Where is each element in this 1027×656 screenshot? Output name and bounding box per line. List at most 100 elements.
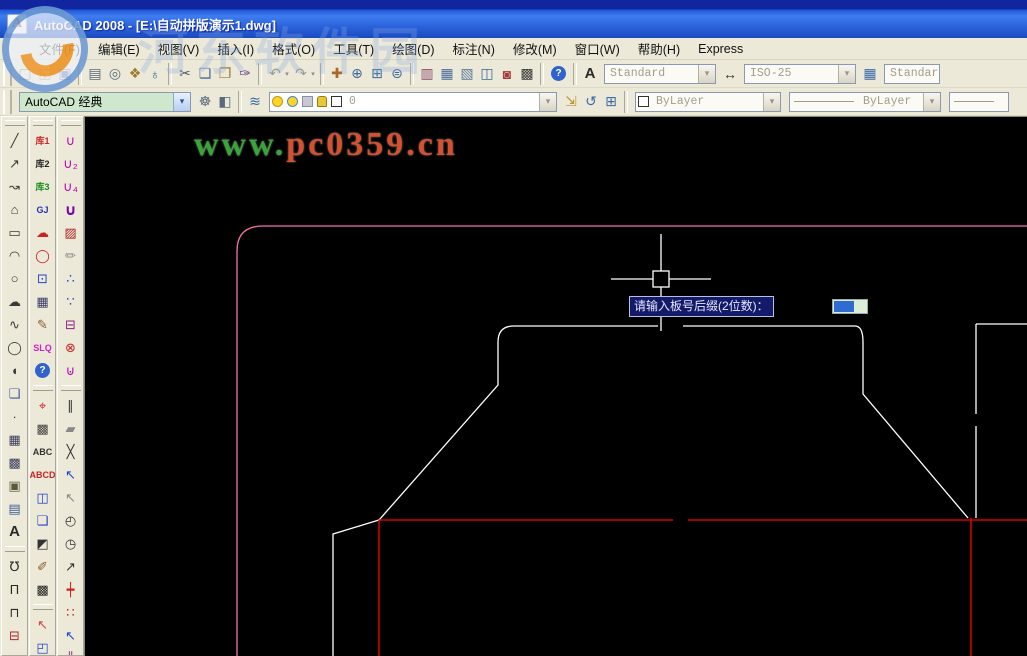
select-grid-button[interactable]: ◰: [31, 636, 55, 655]
calculator-button[interactable]: ▩: [31, 578, 55, 601]
menu-format[interactable]: 格式(O): [263, 37, 324, 60]
undo-dropdown[interactable]: ▾: [283, 63, 291, 85]
plot-preview-button[interactable]: ◎: [105, 63, 125, 85]
dial-2-button[interactable]: ◷: [59, 532, 83, 555]
layer-previous-button[interactable]: ↺: [581, 91, 601, 113]
help-button[interactable]: ?: [551, 66, 566, 81]
menu-file[interactable]: 文件(F): [30, 37, 89, 60]
slq-button[interactable]: SLQ: [31, 336, 55, 359]
menu-dimension[interactable]: 标注(N): [444, 37, 504, 60]
new-button[interactable]: ▢: [15, 63, 35, 85]
properties-button[interactable]: ▥: [417, 63, 437, 85]
cloud-red-button[interactable]: ☁: [31, 221, 55, 244]
linetype-combo[interactable]: ByLayer ▾: [789, 91, 941, 112]
menu-insert[interactable]: 插入(I): [208, 37, 263, 60]
text-button[interactable]: A: [3, 520, 27, 543]
marker-red-button[interactable]: ┿: [59, 578, 83, 601]
slot-u2-button[interactable]: ∪₂: [59, 152, 83, 175]
slot-u-fill-button[interactable]: ∪: [59, 198, 83, 221]
slot-u4-button[interactable]: ∪₄: [59, 175, 83, 198]
quickcalc-button[interactable]: ▩: [517, 63, 537, 85]
layer-plot-icon[interactable]: [302, 96, 313, 107]
library-3-button[interactable]: 库3: [31, 175, 55, 198]
eraser-button[interactable]: ▰: [59, 417, 83, 440]
layer-combo[interactable]: 0 ▾: [269, 91, 557, 112]
image-button[interactable]: ▣: [3, 474, 27, 497]
menu-tools[interactable]: 工具(T): [324, 37, 383, 60]
chevron-down-icon[interactable]: ▾: [923, 92, 940, 111]
pan-button[interactable]: ✚: [327, 63, 347, 85]
dash-rect-button[interactable]: ⊟: [59, 313, 83, 336]
node-x-button[interactable]: ∴: [59, 267, 83, 290]
workspace-combo[interactable]: AutoCAD 经典 ▾: [19, 91, 191, 112]
pencil-button[interactable]: ✎: [31, 313, 55, 336]
library-1-button[interactable]: 库1: [31, 129, 55, 152]
rectangle-button[interactable]: ▭: [3, 221, 27, 244]
match-properties-button[interactable]: ✑: [235, 63, 255, 85]
layer-on-icon[interactable]: [272, 96, 283, 107]
clamp-tool-3-button[interactable]: ⊓: [3, 601, 27, 624]
select-red-button[interactable]: ⌖: [31, 394, 55, 417]
zoom-window-button[interactable]: ⊞: [367, 63, 387, 85]
color-combo[interactable]: ByLayer ▾: [635, 91, 781, 112]
layer-lock-icon[interactable]: [317, 96, 327, 107]
ellipse-button[interactable]: ◯: [3, 336, 27, 359]
shade-tool-button[interactable]: ◩: [31, 532, 55, 555]
window-tool-button[interactable]: ◫: [31, 486, 55, 509]
no-cut-button[interactable]: ▨: [59, 221, 83, 244]
pick-cursor-button[interactable]: ↖: [59, 463, 83, 486]
cross-lines-button[interactable]: ╳: [59, 440, 83, 463]
polyline-button[interactable]: ↝: [3, 175, 27, 198]
undo-button[interactable]: ↶: [265, 63, 285, 85]
parallel-button[interactable]: ∥: [59, 394, 83, 417]
gradient-button[interactable]: ▩: [3, 451, 27, 474]
text-style-icon[interactable]: A: [580, 63, 600, 85]
menu-modify[interactable]: 修改(M): [504, 37, 566, 60]
library-2-button[interactable]: 库2: [31, 152, 55, 175]
delete-red-button[interactable]: ⊗: [59, 336, 83, 359]
dim-style-icon[interactable]: ↔: [720, 63, 740, 85]
sheet-set-manager-button[interactable]: ◫: [477, 63, 497, 85]
select-lines-button[interactable]: ↖: [31, 613, 55, 636]
polygon-button[interactable]: ⌂: [3, 198, 27, 221]
hatch-marks-button[interactable]: ╬: [59, 647, 83, 655]
chevron-down-icon[interactable]: ▾: [698, 64, 715, 83]
layer-states-button[interactable]: ⊞: [601, 91, 621, 113]
menu-draw[interactable]: 绘图(D): [383, 37, 443, 60]
node-n-button[interactable]: ∵: [59, 290, 83, 313]
cut-button[interactable]: ✂: [175, 63, 195, 85]
publish-button[interactable]: ❖: [125, 63, 145, 85]
compass-tool-button[interactable]: ✐: [31, 555, 55, 578]
tool-palettes-button[interactable]: ▧: [457, 63, 477, 85]
menu-express[interactable]: Express: [689, 40, 752, 58]
dynamic-input-field[interactable]: [832, 299, 868, 314]
spline-button[interactable]: ∿: [3, 313, 27, 336]
construction-line-button[interactable]: ↗: [3, 152, 27, 175]
drawing-canvas[interactable]: 请输入板号后缀(2位数)：: [84, 116, 1027, 656]
window-layout-button[interactable]: ◧: [215, 91, 235, 113]
redo-dropdown[interactable]: ▾: [309, 63, 317, 85]
chevron-down-icon[interactable]: ▾: [173, 92, 190, 111]
ellipse-red-button[interactable]: ◯: [31, 244, 55, 267]
zoom-previous-button[interactable]: ⊜: [387, 63, 407, 85]
point-button[interactable]: ∙: [3, 405, 27, 428]
copy-button[interactable]: ❏: [195, 63, 215, 85]
arrow-ne-button[interactable]: ↗: [59, 555, 83, 578]
palette-button[interactable]: ▦: [31, 290, 55, 313]
zoom-realtime-button[interactable]: ⊕: [347, 63, 367, 85]
clamp-tool-2-button[interactable]: Π: [3, 578, 27, 601]
dots-red-button[interactable]: ∷: [59, 601, 83, 624]
chevron-down-icon[interactable]: ▾: [763, 92, 780, 111]
menu-window[interactable]: 窗口(W): [566, 37, 629, 60]
line-button[interactable]: ╱: [3, 129, 27, 152]
etransmit-button[interactable]: ♁: [145, 63, 165, 85]
ellipse-arc-button[interactable]: ◖: [3, 359, 27, 382]
title-bar[interactable]: A AutoCAD 2008 - [E:\自动拼版演示1.dwg]: [0, 0, 1027, 38]
slot-circle-button[interactable]: ⊍: [59, 359, 83, 382]
open-button[interactable]: ◱: [35, 63, 55, 85]
lineweight-combo[interactable]: [949, 91, 1009, 112]
help-blue-button[interactable]: ?: [35, 363, 50, 378]
arc-button[interactable]: ◠: [3, 244, 27, 267]
paste-button[interactable]: ❐: [215, 63, 235, 85]
circle-button[interactable]: ○: [3, 267, 27, 290]
